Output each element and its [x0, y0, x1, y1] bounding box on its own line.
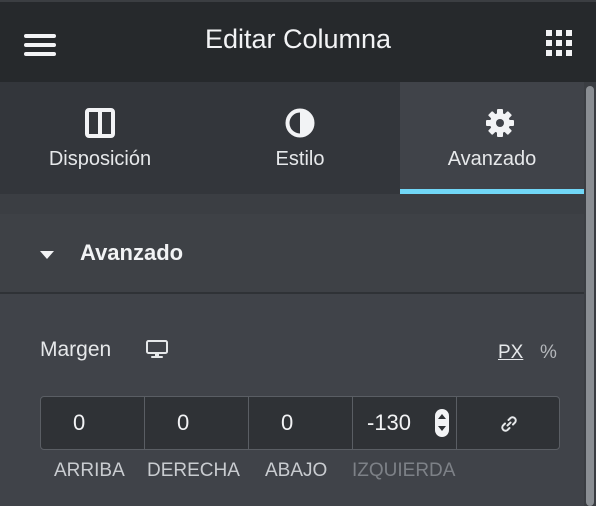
- unit-percent-option[interactable]: %: [540, 342, 557, 364]
- label-derecha: DERECHA: [147, 460, 240, 481]
- link-icon: [501, 416, 517, 432]
- section-spacer: [0, 194, 584, 214]
- link-values-button[interactable]: [457, 397, 561, 449]
- tab-avanzado[interactable]: Avanzado: [400, 82, 584, 194]
- caret-down-icon: [40, 251, 54, 259]
- tab-disposicion[interactable]: Disposición: [0, 82, 200, 194]
- panel-tabs: Disposición Estilo Avanzado: [0, 82, 584, 194]
- tab-label: Avanzado: [447, 148, 537, 170]
- half-circle-icon: [285, 108, 315, 138]
- section-title: Avanzado: [80, 240, 184, 265]
- gear-icon: [486, 109, 514, 137]
- section-header-avanzado[interactable]: Avanzado: [0, 214, 584, 294]
- layout-columns-icon: [85, 108, 115, 138]
- apps-grid-icon[interactable]: [546, 30, 572, 56]
- label-abajo: ABAJO: [265, 460, 328, 481]
- margin-bottom-cell: [249, 397, 353, 449]
- tab-label: Estilo: [275, 148, 325, 170]
- unit-px-option[interactable]: PX: [498, 342, 523, 364]
- margin-top-cell: [41, 397, 145, 449]
- label-izquierda: IZQUIERDA: [352, 460, 456, 481]
- margin-right-input[interactable]: [145, 397, 248, 449]
- tab-label: Disposición: [48, 148, 152, 170]
- scrollbar-thumb[interactable]: [586, 86, 594, 506]
- margin-left-cell: [353, 397, 457, 449]
- number-spinner-icon[interactable]: [435, 409, 449, 437]
- margin-label: Margen: [40, 338, 112, 361]
- label-arriba: ARRIBA: [54, 460, 125, 481]
- margin-dimensions: [40, 396, 560, 450]
- margin-right-cell: [145, 397, 249, 449]
- page-title: Editar Columna: [204, 24, 392, 54]
- margin-bottom-input[interactable]: [249, 397, 352, 449]
- desktop-icon[interactable]: [146, 340, 168, 365]
- margin-top-input[interactable]: [41, 397, 144, 449]
- tab-estilo[interactable]: Estilo: [200, 82, 400, 194]
- top-bar: Editar Columna: [0, 0, 596, 82]
